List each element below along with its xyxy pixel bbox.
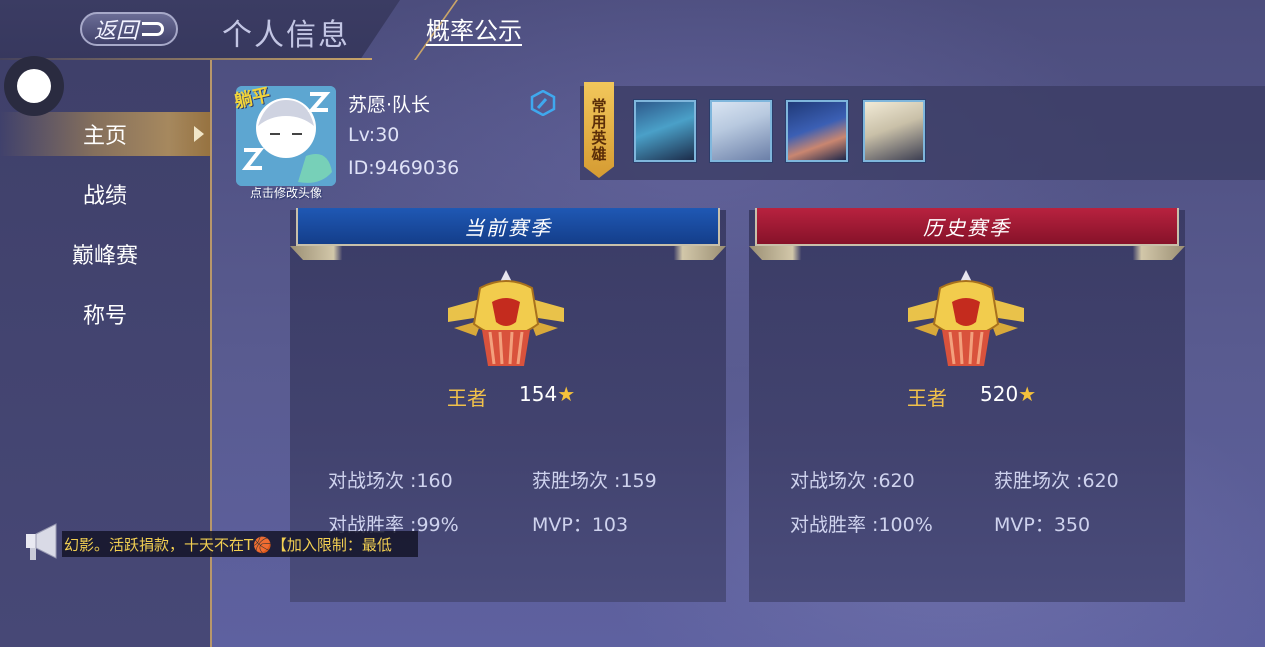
floating-assistant-ball[interactable]	[4, 56, 64, 116]
sidebar-item-home[interactable]: 主页	[0, 112, 210, 156]
current-rank-stars: 154★	[519, 382, 575, 406]
history-star-count: 520	[980, 382, 1019, 406]
history-battles: 对战场次 :620	[790, 470, 915, 492]
king-rank-emblem-icon	[908, 270, 1024, 366]
back-arrow-icon	[142, 22, 164, 36]
current-season-header: 当前赛季	[290, 208, 726, 264]
sidebar-item-label: 主页	[82, 124, 127, 149]
hero-portrait-1[interactable]	[634, 100, 696, 162]
sidebar-item-label: 战绩	[82, 184, 127, 209]
banner-foot	[290, 246, 726, 260]
announcement-text: 幻影。活跃捐款，十天不在T🏀【加入限制：最低	[62, 531, 418, 557]
sidebar-item-label: 巅峰赛	[71, 244, 138, 269]
hero-portrait-4[interactable]	[863, 100, 925, 162]
sidebar-item-label: 称号	[82, 304, 127, 329]
star-icon: ★	[1018, 382, 1037, 406]
banner-foot	[749, 246, 1185, 260]
sidebar-item-title[interactable]: 称号	[0, 292, 210, 336]
star-icon: ★	[557, 382, 576, 406]
common-heroes-tag: 常用英雄	[584, 82, 614, 178]
current-battles: 对战场次 :160	[328, 470, 453, 492]
king-rank-emblem-icon	[448, 270, 564, 366]
sidebar-item-record[interactable]: 战绩	[0, 172, 210, 216]
back-button[interactable]: 返回	[80, 12, 178, 46]
hero-portrait-2[interactable]	[710, 100, 772, 162]
hero-portrait-3[interactable]	[786, 100, 848, 162]
history-wins: 获胜场次 :620	[994, 470, 1119, 492]
edit-name-icon[interactable]	[530, 89, 556, 117]
avatar[interactable]: 躺平 点击修改头像	[230, 80, 340, 202]
player-name: 苏愿·队长	[348, 94, 431, 116]
player-level: Lv:30	[348, 124, 400, 146]
history-season-title: 历史赛季	[755, 208, 1179, 246]
player-id: ID:9469036	[348, 157, 460, 179]
history-winrate: 对战胜率 :100%	[790, 514, 933, 536]
tab-personal-info[interactable]: 个人信息	[222, 10, 350, 54]
current-rank-name: 王者	[447, 386, 487, 410]
current-wins: 获胜场次 :159	[532, 470, 657, 492]
history-rank-name: 王者	[907, 386, 947, 410]
current-star-count: 154	[519, 382, 558, 406]
sidebar-item-peak[interactable]: 巅峰赛	[0, 232, 210, 276]
current-mvp: MVP：103	[532, 514, 629, 536]
announcement[interactable]: 幻影。活跃捐款，十天不在T🏀【加入限制：最低	[24, 520, 420, 562]
chevron-right-icon	[194, 126, 204, 142]
current-season-title: 当前赛季	[296, 208, 720, 246]
top-bar: 返回 个人信息 概率公示	[0, 0, 1265, 60]
back-label: 返回	[93, 19, 138, 44]
avatar-edit-caption[interactable]: 点击修改头像	[230, 184, 342, 201]
history-season-header: 历史赛季	[749, 208, 1185, 264]
history-mvp: MVP：350	[994, 514, 1091, 536]
history-rank-stars: 520★	[980, 382, 1036, 406]
megaphone-icon	[26, 523, 57, 560]
assistant-ball-icon	[17, 69, 51, 103]
tab-probability[interactable]: 概率公示	[426, 11, 522, 46]
